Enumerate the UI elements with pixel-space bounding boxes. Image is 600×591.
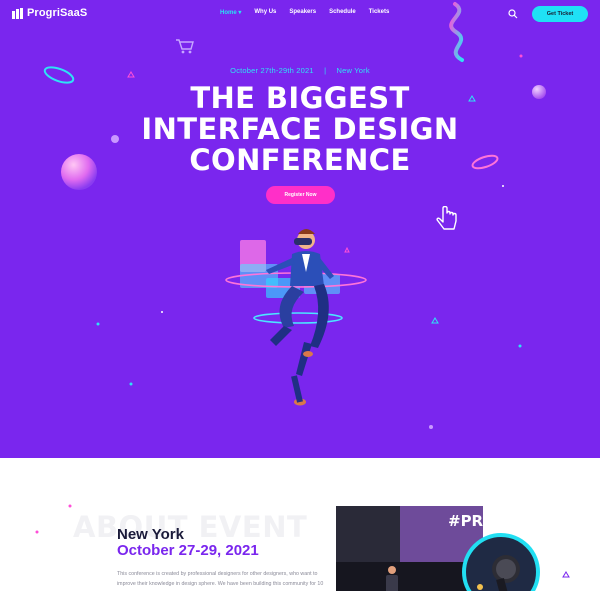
nav-links: Home ▾ Why Us Speakers Schedule Tickets: [220, 9, 389, 16]
nav-home[interactable]: Home ▾: [220, 9, 241, 16]
cart-icon: [176, 39, 194, 54]
headline-line-1: THE BIGGEST: [190, 81, 410, 115]
microphone-icon: [477, 555, 520, 591]
register-button[interactable]: Register Now: [266, 186, 335, 204]
nav-speakers[interactable]: Speakers: [289, 9, 316, 16]
search-icon[interactable]: [508, 9, 518, 19]
logo-icon: [12, 7, 23, 19]
headline-line-2: INTERFACE DESIGN: [141, 112, 459, 146]
brand-name: ProgriSaaS: [27, 7, 88, 19]
screen-hashtag: #PR: [448, 512, 483, 530]
headline-line-3: CONFERENCE: [189, 143, 411, 177]
nav-home-label: Home: [220, 10, 237, 16]
event-meta: October 27th-29th 2021 | New York: [0, 66, 600, 75]
event-location: New York: [336, 66, 370, 75]
nav-schedule[interactable]: Schedule: [329, 9, 356, 16]
pointer-hand-icon: [436, 206, 457, 230]
hero-headline: THE BIGGEST INTERFACE DESIGN CONFERENCE: [0, 83, 600, 176]
stage-floor: [336, 562, 483, 591]
speaker-figure: [386, 566, 398, 591]
hero-section: ProgriSaaS Home ▾ Why Us Speakers Schedu…: [0, 0, 600, 458]
nav-tickets[interactable]: Tickets: [369, 9, 390, 16]
nav-why-us[interactable]: Why Us: [254, 9, 276, 16]
event-date: October 27th-29th 2021: [230, 66, 314, 75]
vr-person-illustration: [225, 229, 367, 406]
chevron-down-icon: ▾: [238, 10, 242, 16]
brand-logo[interactable]: ProgriSaaS: [12, 7, 87, 19]
meta-separator: |: [324, 66, 327, 75]
top-nav: ProgriSaaS Home ▾ Why Us Speakers Schedu…: [0, 0, 600, 28]
conference-photo: #PR: [336, 506, 483, 591]
get-ticket-button[interactable]: Get Ticket: [532, 6, 588, 22]
